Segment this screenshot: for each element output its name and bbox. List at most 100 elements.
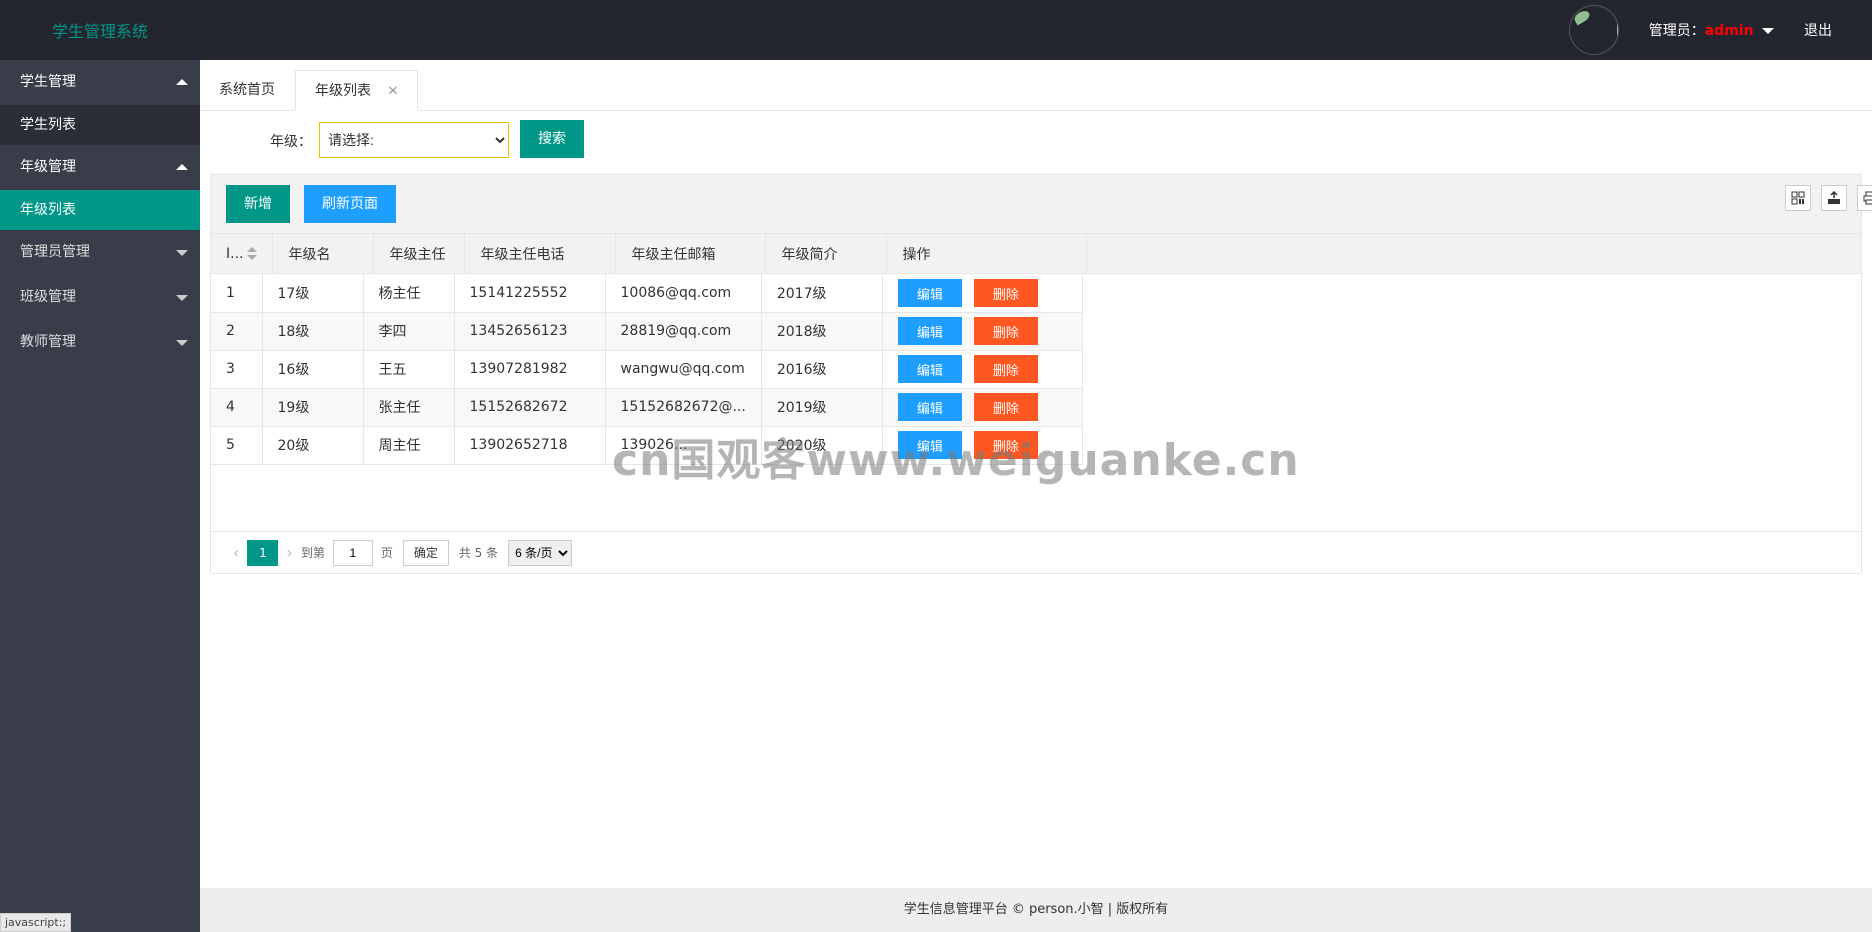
cell-name: 16级: [262, 350, 364, 389]
col-header-head: 年级主任: [373, 234, 466, 273]
cell-email: 28819@qq.com: [605, 312, 762, 351]
sidebar-group-label: 教师管理: [20, 334, 76, 350]
cell-head: 张主任: [363, 388, 455, 427]
cell-head: 王五: [363, 350, 455, 389]
col-header-id[interactable]: I...: [211, 234, 274, 273]
sidebar-group-teacher[interactable]: 教师管理: [0, 320, 200, 365]
goto-suffix: 页: [380, 546, 393, 560]
cell-id: 1: [211, 274, 263, 313]
cell-id: 2: [211, 312, 263, 351]
main-content: 系统首页 年级列表 ✕ 年级： 请选择: 搜索 新增 刷新页面 I... 年级名…: [200, 60, 1872, 888]
tab-grade-list[interactable]: 年级列表 ✕: [295, 70, 419, 111]
cell-email: 15152682672@...: [605, 388, 762, 427]
edit-button[interactable]: 编辑: [897, 431, 962, 459]
cell-actions: 编辑 删除: [882, 350, 1083, 389]
next-page-icon[interactable]: ›: [286, 543, 292, 562]
close-icon[interactable]: ✕: [387, 84, 398, 99]
delete-button[interactable]: 删除: [973, 431, 1038, 459]
top-header: 学生管理系统 管理员：admin 退出: [0, 0, 1872, 60]
cell-name: 19级: [262, 388, 364, 427]
chevron-down-icon: [1762, 28, 1774, 34]
cell-head: 杨主任: [363, 274, 455, 313]
sidebar-group-label: 管理员管理: [20, 244, 90, 260]
sidebar: 学生管理 学生列表 年级管理 年级列表 管理员管理 班级管理 教师管理 java…: [0, 60, 200, 932]
table-body: 1 17级 杨主任 15141225552 10086@qq.com 2017级…: [211, 274, 1083, 465]
col-header-name: 年级名: [272, 234, 375, 273]
pagination: ‹ 1 › 到第 页 确定 共 5 条 6 条/页: [211, 531, 1861, 573]
grade-select[interactable]: 请选择:: [319, 122, 509, 158]
col-header-phone: 年级主任电话: [464, 234, 617, 273]
delete-button[interactable]: 删除: [973, 317, 1038, 345]
cell-intro: 2017级: [761, 274, 883, 313]
search-button[interactable]: 搜索: [520, 120, 584, 158]
edit-button[interactable]: 编辑: [897, 393, 962, 421]
cell-intro: 2018级: [761, 312, 883, 351]
sidebar-item-grade-list[interactable]: 年级列表: [0, 190, 200, 230]
edit-button[interactable]: 编辑: [897, 355, 962, 383]
col-header-intro: 年级简介: [765, 234, 888, 273]
edit-button[interactable]: 编辑: [897, 317, 962, 345]
search-form: 年级： 请选择: 搜索: [200, 120, 1872, 160]
sort-icon[interactable]: [247, 246, 258, 261]
admin-username: admin: [1704, 23, 1754, 39]
tab-label: 年级列表: [315, 83, 371, 99]
current-page[interactable]: 1: [247, 539, 279, 566]
tab-home[interactable]: 系统首页: [200, 70, 294, 111]
table-row: 4 19级 张主任 15152682672 15152682672@... 20…: [211, 388, 1083, 427]
chevron-down-icon: [176, 295, 188, 301]
page-size-select[interactable]: 6 条/页: [508, 539, 573, 566]
refresh-button[interactable]: 刷新页面: [304, 185, 396, 223]
sidebar-group-label: 年级管理: [20, 159, 76, 175]
sidebar-item-student-list[interactable]: 学生列表: [0, 105, 200, 145]
cell-email: 10086@qq.com: [605, 274, 762, 313]
chevron-up-icon: [176, 79, 188, 85]
footer: 学生信息管理平台 © person.小智 | 版权所有: [200, 888, 1872, 932]
chevron-down-icon: [176, 340, 188, 346]
cell-id: 5: [211, 426, 263, 465]
cell-phone: 13452656123: [454, 312, 606, 351]
data-table-container: 新增 刷新页面 I... 年级名 年级主任 年级主任电话 年级主任邮箱 年级简介…: [210, 174, 1872, 574]
chevron-up-icon: [176, 164, 188, 170]
cell-head: 李四: [363, 312, 455, 351]
delete-button[interactable]: 删除: [973, 278, 1038, 307]
cell-intro: 2020级: [761, 426, 883, 465]
delete-button[interactable]: 删除: [973, 393, 1038, 421]
cell-name: 17级: [262, 274, 364, 313]
grade-filter-label: 年级：: [270, 134, 312, 150]
table-header: I... 年级名 年级主任 年级主任电话 年级主任邮箱 年级简介 操作: [211, 234, 1861, 274]
admin-prefix: 管理员：: [1648, 23, 1705, 39]
add-button[interactable]: 新增: [226, 185, 290, 223]
print-icon[interactable]: [1857, 185, 1872, 211]
cell-id: 4: [211, 388, 263, 427]
chevron-down-icon: [176, 250, 188, 256]
goto-page-input[interactable]: [332, 539, 373, 566]
logout-link[interactable]: 退出: [1804, 20, 1832, 40]
avatar[interactable]: [1568, 5, 1619, 55]
cell-email: wangwu@qq.com: [605, 350, 762, 389]
edit-button[interactable]: 编辑: [897, 278, 962, 307]
admin-menu[interactable]: 管理员：admin: [1649, 20, 1774, 40]
export-icon[interactable]: [1821, 185, 1847, 211]
cell-phone: 15141225552: [454, 274, 606, 313]
tab-bar: 系统首页 年级列表 ✕: [200, 60, 1872, 111]
sidebar-group-grade[interactable]: 年级管理: [0, 145, 200, 190]
sidebar-group-admin[interactable]: 管理员管理: [0, 230, 200, 275]
cell-actions: 编辑 删除: [882, 388, 1083, 427]
cell-phone: 13907281982: [454, 350, 606, 389]
cell-actions: 编辑 删除: [882, 312, 1083, 351]
columns-icon[interactable]: [1785, 185, 1811, 211]
prev-page-icon[interactable]: ‹: [233, 543, 239, 562]
header-user-area: 管理员：admin 退出: [1568, 0, 1872, 60]
goto-confirm-button[interactable]: 确定: [402, 539, 449, 566]
table-row: 2 18级 李四 13452656123 28819@qq.com 2018级 …: [211, 312, 1083, 351]
sidebar-group-student[interactable]: 学生管理: [0, 60, 200, 105]
col-header-email: 年级主任邮箱: [615, 234, 767, 273]
cell-name: 18级: [262, 312, 364, 351]
cell-id: 3: [211, 350, 263, 389]
table-row: 3 16级 王五 13907281982 wangwu@qq.com 2016级…: [211, 350, 1083, 389]
tab-label: 系统首页: [219, 82, 275, 98]
sidebar-group-class[interactable]: 班级管理: [0, 275, 200, 320]
app-logo[interactable]: 学生管理系统: [52, 18, 148, 42]
cell-phone: 15152682672: [454, 388, 606, 427]
delete-button[interactable]: 删除: [973, 355, 1038, 383]
